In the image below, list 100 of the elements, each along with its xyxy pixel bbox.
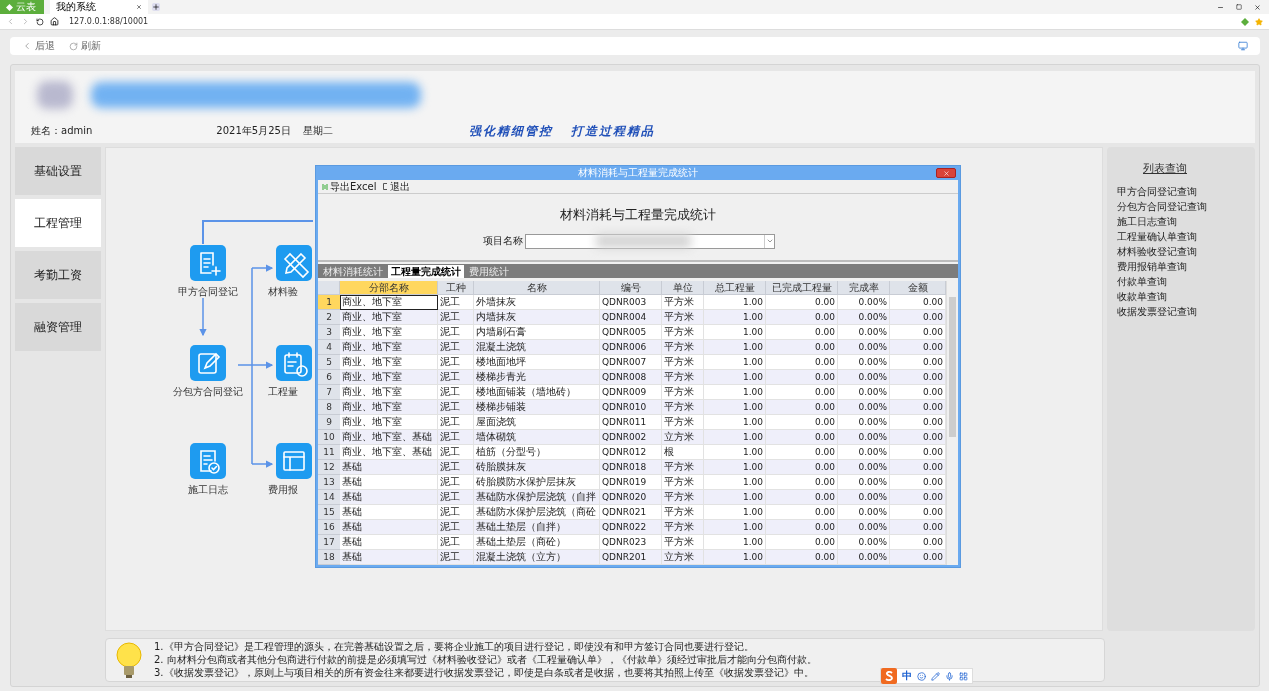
export-excel-button[interactable]: 导出Excel (322, 179, 377, 194)
table-cell: 立方米 (662, 430, 704, 445)
grid-icon[interactable] (959, 671, 968, 681)
nav-item[interactable]: 考勤工资 (15, 251, 101, 299)
table-cell: QDNR011 (600, 415, 662, 430)
browser-tab[interactable]: 我的系统 (50, 0, 148, 14)
column-header[interactable]: 总工程量 (704, 281, 766, 295)
column-header[interactable]: 工种 (438, 281, 474, 295)
table-cell: 基础土垫层（商砼） (474, 535, 600, 550)
table-cell: 平方米 (662, 400, 704, 415)
table-cell: 平方米 (662, 325, 704, 340)
query-link[interactable]: 收款单查询 (1117, 289, 1167, 304)
table-cell: 0.00 (766, 445, 838, 460)
table-cell: QDNR007 (600, 355, 662, 370)
table-cell: 0.00 (766, 430, 838, 445)
address-field[interactable]: 127.0.0.1:88/10001 (69, 17, 149, 26)
table-cell: 0.00% (838, 490, 890, 505)
table-cell: 泥工 (438, 400, 474, 415)
table-cell: 基础 (340, 535, 438, 550)
microphone-icon[interactable] (945, 671, 954, 681)
input-mode-toggle[interactable]: 中 (902, 669, 912, 683)
nav-item[interactable]: 工程管理 (15, 199, 101, 247)
column-header[interactable]: 名称 (474, 281, 600, 295)
close-icon[interactable] (1254, 3, 1261, 11)
scrollbar[interactable] (946, 281, 958, 565)
table-cell: 商业、地下室 (340, 355, 438, 370)
report-tab[interactable]: 工程量完成统计 (388, 265, 464, 278)
report-tab[interactable]: 材料消耗统计 (320, 265, 386, 278)
table-cell: 混凝土浇筑 (474, 340, 600, 355)
pencil-icon[interactable] (931, 671, 940, 681)
diamond-logo-icon (6, 3, 13, 11)
table-cell: 平方米 (662, 295, 704, 310)
query-link[interactable]: 施工日志查询 (1117, 214, 1177, 229)
workflow-node-label[interactable]: 分包方合同登记 (173, 385, 243, 399)
table-cell: 0.00 (890, 475, 946, 490)
table-cell: 砖胎膜防水保护层抹灰 (474, 475, 600, 490)
workflow-node-label[interactable]: 费用报 (268, 483, 298, 497)
workflow-node-label[interactable]: 甲方合同登记 (178, 285, 238, 299)
table-cell: 内墙抹灰 (474, 310, 600, 325)
refresh-button[interactable]: 刷新 (69, 39, 101, 53)
table-cell: 泥工 (438, 520, 474, 535)
table-cell: 砖胎膜抹灰 (474, 460, 600, 475)
table-cell: 泥工 (438, 415, 474, 430)
project-select[interactable] (525, 233, 775, 249)
table-cell: QDNR020 (600, 490, 662, 505)
star-icon[interactable] (1255, 17, 1263, 26)
refresh-icon (69, 41, 78, 51)
query-link[interactable]: 分包方合同登记查询 (1117, 199, 1207, 214)
edit-icon (190, 345, 226, 381)
diamond-logo-icon (1241, 17, 1249, 26)
table-cell: QDNR008 (600, 370, 662, 385)
table-cell: 1.00 (704, 445, 766, 460)
column-header[interactable]: 单位 (662, 281, 704, 295)
add-doc-icon (190, 245, 226, 281)
column-header[interactable]: 编号 (600, 281, 662, 295)
workflow-node-label[interactable]: 施工日志 (188, 483, 228, 497)
table-cell: 基础防水保护层浇筑（商砼 (474, 505, 600, 520)
query-link[interactable]: 费用报销单查询 (1117, 259, 1187, 274)
table-cell: QDNR022 (600, 520, 662, 535)
table-cell: 基础 (340, 505, 438, 520)
report-tab[interactable]: 费用统计 (466, 265, 512, 278)
table-cell: 0.00% (838, 475, 890, 490)
nav-item[interactable]: 基础设置 (15, 147, 101, 195)
query-link[interactable]: 收据发票登记查询 (1117, 304, 1197, 319)
emoji-icon[interactable] (917, 671, 926, 681)
workflow-node-label[interactable]: 工程量 (268, 385, 298, 399)
table-cell: 0.00 (890, 430, 946, 445)
table-cell: 1.00 (704, 460, 766, 475)
nav-item[interactable]: 融资管理 (15, 303, 101, 351)
back-icon[interactable] (6, 17, 15, 26)
date-text: 2021年5月25日 (216, 124, 291, 138)
home-icon[interactable] (50, 17, 59, 26)
close-button[interactable] (936, 168, 956, 178)
query-link[interactable]: 工程量确认单查询 (1117, 229, 1197, 244)
query-link[interactable]: 付款单查询 (1117, 274, 1167, 289)
table-cell: 根 (662, 445, 704, 460)
back-button[interactable]: 后退 (22, 39, 55, 53)
close-icon[interactable] (136, 4, 142, 10)
workflow-node-label[interactable]: 材料验 (268, 285, 298, 299)
query-link[interactable]: 甲方合同登记查询 (1117, 184, 1197, 199)
forward-icon[interactable] (21, 17, 30, 26)
table-cell: 1.00 (704, 535, 766, 550)
table-cell: 平方米 (662, 535, 704, 550)
new-tab-icon[interactable] (152, 3, 160, 11)
column-header[interactable]: 分部名称 (340, 281, 438, 295)
reload-icon[interactable] (36, 17, 44, 26)
maximize-icon[interactable] (1236, 4, 1242, 10)
table-cell: 平方米 (662, 355, 704, 370)
column-header[interactable]: 金额 (890, 281, 946, 295)
table-cell: QDNR002 (600, 430, 662, 445)
table-cell: 0.00 (890, 460, 946, 475)
monitor-icon[interactable] (1238, 41, 1248, 51)
column-header[interactable]: 完成率 (838, 281, 890, 295)
query-link[interactable]: 材料验收登记查询 (1117, 244, 1197, 259)
table-cell: 基础 (340, 550, 438, 565)
column-header[interactable]: 已完成工程量 (766, 281, 838, 295)
table-cell: 0.00 (766, 490, 838, 505)
row-number: 9 (318, 415, 340, 430)
exit-button[interactable]: 退出 (382, 179, 410, 194)
table-cell: 平方米 (662, 385, 704, 400)
